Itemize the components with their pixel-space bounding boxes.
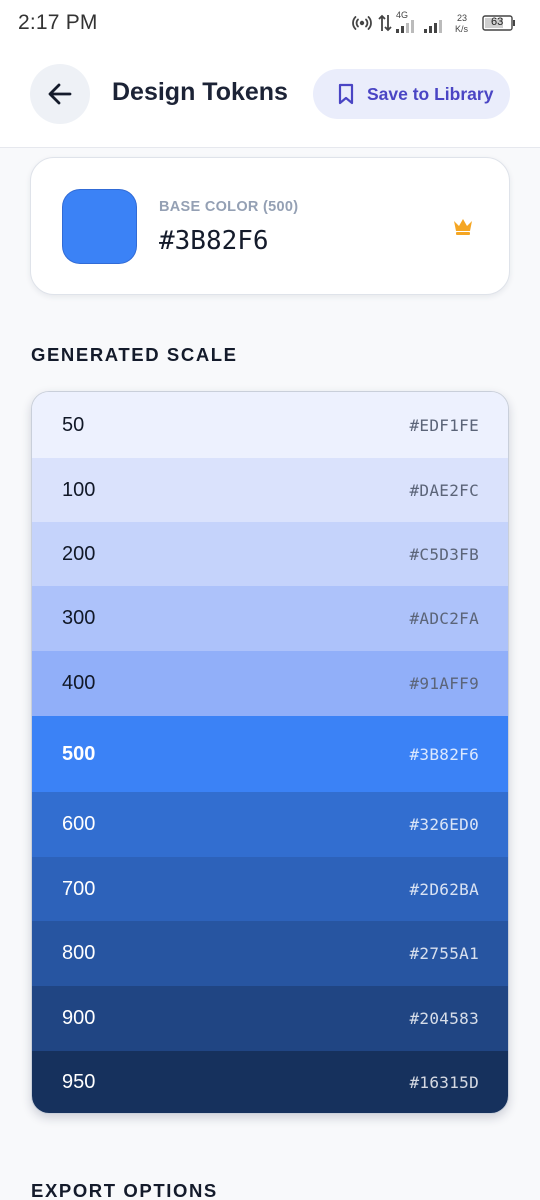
scale-step-label: 100 xyxy=(62,478,96,501)
scale-row-50[interactable]: 50 #EDF1FE xyxy=(32,392,508,458)
generated-scale-heading: GENERATED SCALE xyxy=(31,344,238,365)
arrow-left-icon xyxy=(48,83,72,105)
scale-row-600[interactable]: 600 #326ED0 xyxy=(32,792,508,857)
battery-level: 63 xyxy=(491,16,504,28)
scale-hex-value: #ADC2FA xyxy=(409,609,479,628)
crown-icon xyxy=(452,216,474,241)
scale-row-300[interactable]: 300 #ADC2FA xyxy=(32,586,508,651)
scale-hex-value: #3B82F6 xyxy=(409,744,479,764)
scale-hex-value: #326ED0 xyxy=(409,815,479,834)
scale-row-700[interactable]: 700 #2D62BA xyxy=(32,857,508,921)
app-header: Design Tokens Save to Library xyxy=(0,50,540,148)
scale-hex-value: #2D62BA xyxy=(409,879,479,899)
scale-step-label: 900 xyxy=(62,1007,96,1029)
scale-row-800[interactable]: 800 #2755A1 xyxy=(32,921,508,986)
base-color-hex: #3B82F6 xyxy=(159,226,269,256)
scale-hex-value: #2755A1 xyxy=(409,944,479,963)
scale-row-500[interactable]: 500 #3B82F6 xyxy=(32,716,508,792)
scale-hex-value: #DAE2FC xyxy=(409,480,479,500)
signal-icon-2 xyxy=(424,19,446,38)
battery-icon: 63 xyxy=(482,15,516,31)
scale-step-label: 300 xyxy=(62,607,96,629)
scale-hex-value: #204583 xyxy=(409,1009,479,1028)
back-button[interactable] xyxy=(30,64,90,124)
save-button-label: Save to Library xyxy=(367,83,494,104)
hotspot-icon xyxy=(352,13,372,38)
scale-step-label: 400 xyxy=(62,672,96,694)
scale-hex-value: #EDF1FE xyxy=(409,415,479,435)
scale-step-label: 50 xyxy=(62,413,85,436)
scale-step-label: 800 xyxy=(62,942,96,964)
scale-row-200[interactable]: 200 #C5D3FB xyxy=(32,522,508,586)
scale-hex-value: #91AFF9 xyxy=(409,674,479,693)
export-options-heading: EXPORT OPTIONS xyxy=(31,1180,218,1200)
speed-unit: K/s xyxy=(455,24,469,34)
base-color-label: BASE COLOR (500) xyxy=(159,199,299,215)
base-color-card[interactable]: BASE COLOR (500) #3B82F6 xyxy=(30,157,510,295)
scale-hex-value: #16315D xyxy=(409,1073,479,1092)
base-color-swatch[interactable] xyxy=(62,189,137,264)
data-arrows-icon xyxy=(378,13,392,38)
status-time: 2:17 PM xyxy=(18,11,98,34)
scale-step-label: 700 xyxy=(62,877,96,900)
scale-step-label: 600 xyxy=(62,813,96,835)
scale-step-label: 200 xyxy=(62,542,96,565)
page-title: Design Tokens xyxy=(112,78,288,106)
scale-hex-value: #C5D3FB xyxy=(409,544,479,564)
speed-value: 23 xyxy=(457,13,468,23)
scale-step-label: 950 xyxy=(62,1071,96,1093)
scale-row-950[interactable]: 950 #16315D xyxy=(32,1051,508,1113)
status-bar: 2:17 PM 4G 23 K/s 63 xyxy=(0,0,540,50)
scale-row-100[interactable]: 100 #DAE2FC xyxy=(32,458,508,522)
status-icons: 4G 23 K/s 63 xyxy=(352,10,522,38)
color-scale-list: 50 #EDF1FE 100 #DAE2FC 200 #C5D3FB 300 #ADC2FA 4… xyxy=(31,391,509,1114)
save-to-library-button[interactable]: Save to Library xyxy=(313,69,510,119)
bookmark-icon xyxy=(338,83,354,105)
scale-row-400[interactable]: 400 #91AFF9 xyxy=(32,651,508,716)
scale-step-label: 500 xyxy=(62,742,96,765)
signal-icon xyxy=(396,19,418,38)
scale-row-900[interactable]: 900 #204583 xyxy=(32,986,508,1051)
